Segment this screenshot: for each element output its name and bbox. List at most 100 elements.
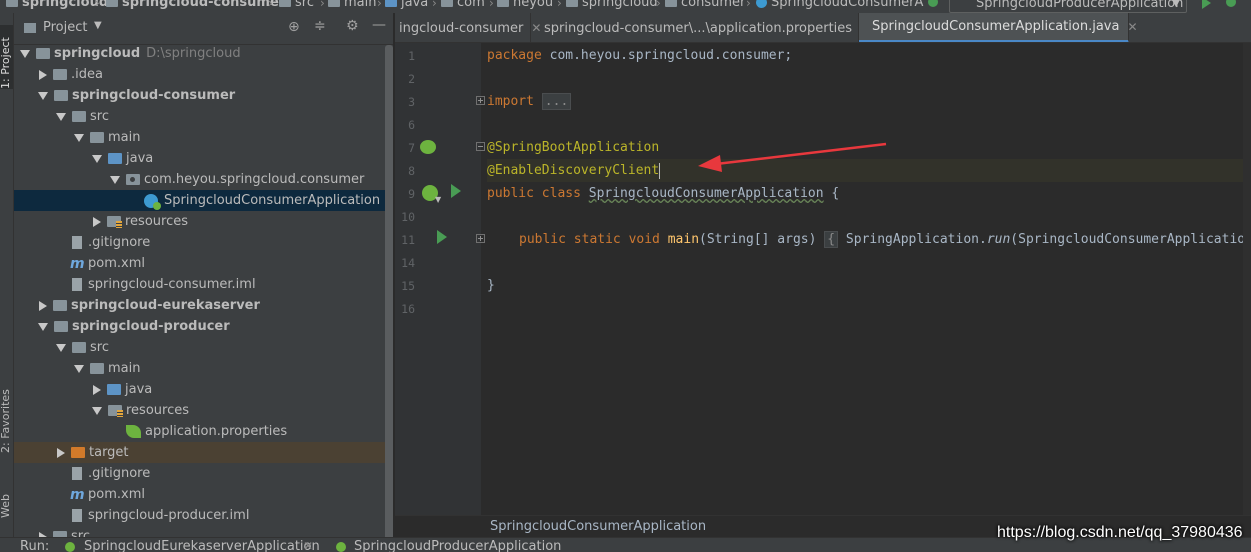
tree-item[interactable]: src (14, 106, 393, 127)
run-tab-producer[interactable]: SpringcloudProducerApplication (354, 539, 561, 552)
project-view-icon (24, 23, 36, 33)
nav-crumb-heyou[interactable]: heyou (497, 0, 553, 10)
tree-item[interactable]: resources (14, 211, 393, 232)
run-tab-eurekaserver[interactable]: SpringcloudEurekaserverApplication (84, 539, 320, 552)
spring-bean-gutter-icon[interactable] (420, 140, 436, 154)
nav-separator: › (489, 0, 494, 10)
collapse-all-icon[interactable]: ≑ (314, 18, 326, 34)
nav-separator: › (377, 0, 382, 10)
collapse-arrow-icon[interactable] (39, 69, 47, 80)
annotation-arrow (698, 142, 887, 172)
run-gutter-icon[interactable] (451, 184, 461, 198)
collapse-arrow-icon[interactable] (39, 300, 47, 311)
nav-crumb-consumer[interactable]: consumer (665, 0, 745, 10)
tree-item[interactable]: springcloud-consumer.iml (14, 274, 393, 295)
text-caret (659, 162, 661, 179)
expand-arrow-icon[interactable] (92, 406, 102, 415)
project-scrollbar[interactable] (385, 45, 393, 545)
tree-item[interactable]: springcloud-producer (14, 316, 393, 337)
tree-item[interactable]: springcloud-eurekaserver (14, 295, 393, 316)
file-icon (72, 236, 82, 249)
tree-item[interactable]: m pom.xml (14, 484, 393, 505)
nav-separator: › (320, 0, 325, 10)
tree-item[interactable]: .gitignore (14, 232, 393, 253)
tree-item[interactable]: com.heyou.springcloud.consumer (14, 169, 393, 190)
expand-arrow-icon[interactable] (110, 175, 120, 184)
package-icon (126, 174, 140, 185)
gear-icon[interactable]: ⚙ (346, 18, 359, 34)
tree-item[interactable]: .idea (14, 64, 393, 85)
tab-consumer-pom[interactable]: ingcloud-consumer ✕ (395, 13, 541, 42)
editor-scrollbar[interactable] (1243, 43, 1251, 515)
close-icon[interactable]: ✕ (1127, 20, 1137, 34)
tree-item[interactable]: main (14, 358, 393, 379)
editor-tabs: ingcloud-consumer ✕ springcloud-consumer\… (395, 13, 1251, 43)
expand-arrow-icon[interactable] (20, 49, 30, 58)
folder-icon (665, 0, 677, 7)
run-icon[interactable] (1202, 0, 1211, 9)
collapse-arrow-icon[interactable] (57, 447, 65, 458)
nav-crumb-root[interactable]: springcloud (6, 0, 108, 10)
folded-method-body[interactable]: { (824, 231, 839, 248)
code-line-7: @SpringBootApplication (487, 140, 660, 155)
nav-crumb-main[interactable]: main (328, 0, 376, 10)
debug-icon[interactable] (1226, 0, 1236, 7)
line-number: 9 (408, 187, 415, 201)
run-gutter-icon[interactable] (437, 230, 447, 244)
nav-crumb-module[interactable]: springcloud-consumer (106, 0, 285, 10)
expand-arrow-icon[interactable] (74, 133, 84, 142)
code-editor[interactable]: 1 2 3 6 7 8 9 10 11 14 15 16 ▼ package c… (395, 43, 1251, 515)
tab-application-properties[interactable]: springcloud-consumer\...\application.pro… (531, 13, 870, 42)
project-panel-title[interactable]: Project (43, 20, 87, 35)
expand-arrow-icon[interactable] (38, 322, 48, 331)
tab-consumer-application[interactable]: SpringcloudConsumerApplication.java ✕ (859, 13, 1138, 42)
excluded-folder-icon (71, 447, 85, 458)
nav-crumb-springcloud[interactable]: springcloud (566, 0, 658, 10)
tree-item[interactable]: application.properties (14, 421, 393, 442)
resources-folder-icon (107, 216, 122, 228)
tree-item-selected[interactable]: SpringcloudConsumerApplication (14, 190, 393, 211)
maven-icon: m (70, 486, 85, 503)
nav-crumb-class[interactable]: SpringcloudConsumerA (756, 0, 923, 10)
collapse-arrow-icon[interactable] (93, 384, 101, 395)
tree-item[interactable]: m pom.xml (14, 253, 393, 274)
tree-item[interactable]: target (14, 442, 393, 463)
locate-icon[interactable]: ⊕ (288, 19, 300, 35)
spring-boot-class-icon (65, 542, 75, 552)
fold-expand-icon[interactable] (476, 234, 485, 243)
tree-item[interactable]: java (14, 379, 393, 400)
tree-item[interactable]: springcloud D:\springcloud (14, 45, 393, 64)
run-config-select[interactable]: SpringcloudProducerApplication ▼ (949, 0, 1187, 13)
nav-crumb-java[interactable]: java (385, 0, 428, 10)
hide-panel-icon[interactable]: — (372, 17, 386, 33)
tree-item[interactable]: main (14, 127, 393, 148)
fold-collapse-icon[interactable] (476, 142, 485, 151)
expand-arrow-icon[interactable] (56, 343, 66, 352)
code-line-15: } (487, 278, 495, 293)
tree-item[interactable]: resources (14, 400, 393, 421)
hammer-build-icon[interactable] (928, 0, 938, 7)
close-icon[interactable]: ✕ (303, 539, 313, 552)
nav-crumb-com[interactable]: com (441, 0, 485, 10)
expand-arrow-icon[interactable] (74, 364, 84, 373)
view-dropdown-icon[interactable]: ▼ (94, 20, 102, 31)
expand-arrow-icon[interactable] (38, 91, 48, 100)
expand-arrow-icon[interactable] (92, 154, 102, 163)
tree-item[interactable]: src (14, 337, 393, 358)
expand-arrow-icon[interactable] (56, 112, 66, 121)
nav-crumb-src[interactable]: src (279, 0, 314, 10)
nav-separator: › (432, 0, 437, 10)
tab-project-tool[interactable]: 1: Project (0, 25, 13, 89)
line-number: 1 (408, 49, 415, 63)
tree-item[interactable]: springcloud-producer.iml (14, 505, 393, 526)
tab-favorites-tool[interactable]: 2: Favorites (0, 383, 13, 453)
folded-imports[interactable]: ... (541, 93, 572, 110)
collapse-arrow-icon[interactable] (93, 216, 101, 227)
tree-item[interactable]: .gitignore (14, 463, 393, 484)
tree-item[interactable]: java (14, 148, 393, 169)
tab-web-tool[interactable]: Web (0, 468, 13, 518)
nav-separator: › (746, 0, 751, 10)
chevron-down-icon[interactable]: ▼ (435, 195, 441, 204)
tree-item[interactable]: springcloud-consumer (14, 85, 393, 106)
fold-expand-icon[interactable] (476, 96, 485, 105)
